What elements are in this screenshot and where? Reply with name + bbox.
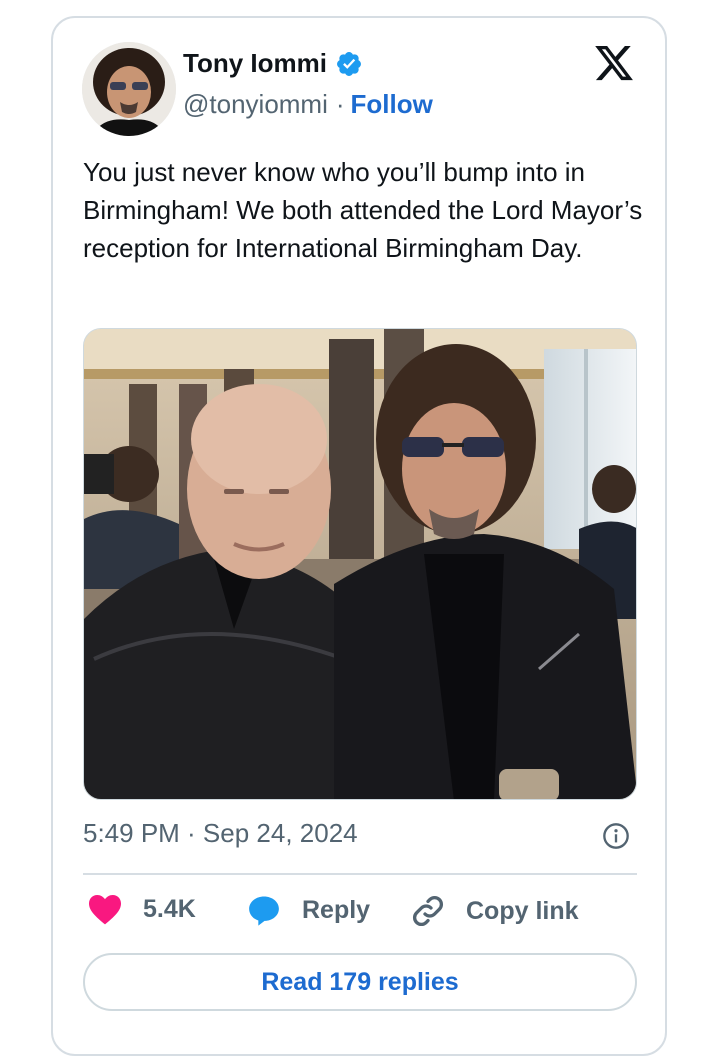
like-action[interactable]: 5.4K: [87, 893, 196, 925]
reply-label: Reply: [302, 895, 371, 924]
tweet-timestamp[interactable]: 5:49 PM · Sep 24, 2024: [83, 818, 358, 849]
heart-icon: [89, 895, 121, 925]
tweet-photo[interactable]: [83, 328, 637, 800]
reply-action[interactable]: Reply: [246, 893, 370, 927]
speech-bubble-icon: [249, 896, 279, 926]
follow-button[interactable]: Follow: [351, 89, 433, 120]
tweet-text: You just never know who you’ll bump into…: [83, 157, 643, 263]
copy-link-label: Copy link: [466, 896, 579, 925]
author-avatar[interactable]: [82, 42, 176, 136]
read-replies-button[interactable]: Read 179 replies: [83, 953, 637, 1011]
author-name-row[interactable]: Tony Iommi: [183, 48, 363, 79]
handle-row: @tonyiommi · Follow: [183, 89, 433, 120]
verified-badge-icon: [337, 51, 361, 76]
author-handle[interactable]: @tonyiommi: [183, 89, 328, 120]
link-icon: [413, 896, 443, 926]
info-icon[interactable]: [602, 822, 630, 850]
author-name[interactable]: Tony Iommi: [183, 48, 327, 79]
read-replies-label: Read 179 replies: [261, 967, 459, 996]
copy-link-action[interactable]: Copy link: [410, 893, 579, 929]
separator-dot: ·: [335, 89, 345, 119]
divider: [83, 873, 637, 875]
like-count: 5.4K: [143, 894, 196, 923]
x-logo-icon[interactable]: [593, 42, 635, 84]
